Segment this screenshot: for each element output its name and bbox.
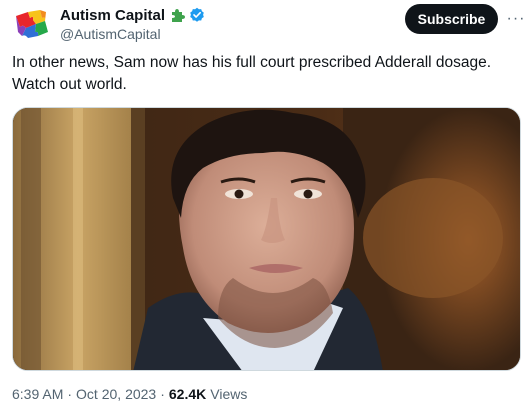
tweet-text-line-1: In other news, Sam now has his full cour…: [12, 54, 492, 71]
views-label: Views: [210, 386, 248, 402]
tweet-photo[interactable]: [12, 107, 521, 371]
more-options-icon[interactable]: ···: [506, 4, 526, 34]
photo-illustration: [13, 108, 520, 370]
display-name[interactable]: Autism Capital: [60, 7, 165, 24]
tweet-meta: 6:39 AM · Oct 20, 2023 · 62.4K Views: [12, 386, 247, 402]
tweet-text-line-2: Watch out world.: [12, 76, 127, 93]
tweet-time[interactable]: 6:39 AM: [12, 386, 63, 402]
views-count: 62.4K: [168, 386, 207, 402]
tweet-date[interactable]: Oct 20, 2023: [76, 386, 156, 402]
meta-separator: ·: [67, 386, 73, 402]
puzzle-piece-icon: [169, 7, 186, 23]
subscribe-button[interactable]: Subscribe: [405, 4, 498, 34]
meta-separator-2: ·: [160, 386, 165, 402]
avatar[interactable]: [12, 4, 52, 44]
tweet-header: Autism Capital @AutismCapital Subscribe …: [12, 4, 524, 44]
verified-icon[interactable]: [189, 7, 205, 23]
puzzle-avatar-icon: [12, 4, 52, 44]
author-handle[interactable]: @AutismCapital: [60, 26, 161, 42]
tweet-text: In other news, Sam now has his full cour…: [12, 52, 517, 96]
name-row: Autism Capital: [60, 6, 205, 24]
